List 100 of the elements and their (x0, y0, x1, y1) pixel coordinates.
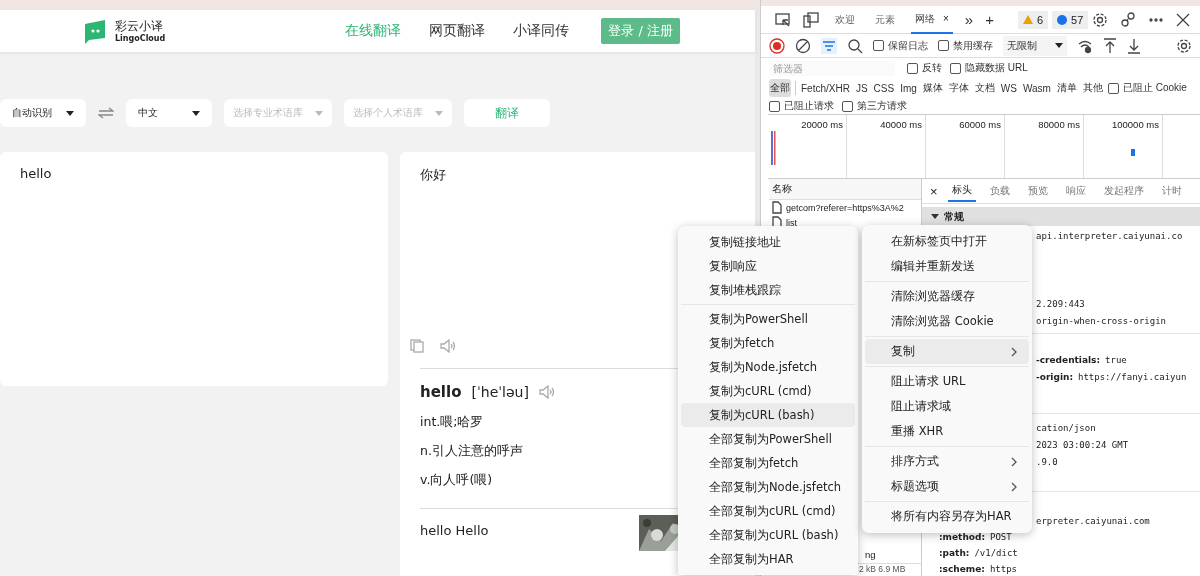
checkbox[interactable] (873, 40, 884, 51)
nav-link[interactable]: 小译同传 (513, 22, 570, 40)
checkbox[interactable] (1107, 82, 1119, 94)
menu-item[interactable]: 全部复制为cURL (cmd) (681, 499, 855, 523)
checkbox[interactable] (907, 62, 918, 74)
type-filter[interactable]: 清单 (1055, 79, 1078, 97)
type-filter[interactable]: JS (854, 80, 869, 96)
warnings-badge[interactable]: 6 (1017, 10, 1049, 29)
checkbox-label[interactable]: 反转 (922, 61, 942, 75)
checkbox-label[interactable]: 保留日志 (888, 38, 928, 53)
request-name[interactable]: getcom?referer=https%3A%2 (786, 202, 904, 213)
detail-tab[interactable]: 负载 (985, 181, 1014, 201)
language-select[interactable]: 自动识别 (0, 99, 86, 127)
detail-tab[interactable]: 发起程序 (1099, 181, 1148, 201)
detail-tab[interactable]: 响应 (1061, 181, 1090, 201)
chevron-icon[interactable] (1011, 456, 1017, 467)
nav-link[interactable]: 网页翻译 (429, 22, 486, 40)
connection-icon[interactable] (1120, 11, 1137, 28)
menu-item[interactable]: 复制为cURL (bash) (681, 403, 855, 427)
checkbox-label[interactable]: 隐藏数据 URL (965, 61, 1028, 75)
file-icon[interactable] (772, 201, 782, 214)
menu-item[interactable]: 标题选项 (865, 474, 1029, 499)
detail-tab[interactable]: 计时 (1157, 181, 1186, 201)
close-icon[interactable]: × (943, 13, 949, 24)
detail-tab[interactable]: 预览 (1023, 181, 1052, 201)
column-header[interactable]: 名称 (769, 179, 921, 200)
filter-icon[interactable] (821, 37, 837, 54)
type-filter[interactable]: CSS (872, 80, 896, 96)
type-filter[interactable]: Img (899, 80, 918, 96)
upload-icon[interactable] (1103, 37, 1117, 54)
menu-item[interactable]: 重播 XHR (865, 419, 1029, 444)
tab-control[interactable]: + (985, 11, 994, 28)
caret-icon[interactable] (1055, 43, 1063, 48)
checkbox[interactable] (842, 100, 853, 112)
menu-item[interactable]: 复制堆栈跟踪 (681, 278, 855, 302)
message-icon[interactable] (1057, 14, 1068, 25)
menu-item[interactable]: 在新标签页中打开 (865, 229, 1029, 254)
devtools-tab[interactable]: 欢迎 (831, 5, 859, 34)
checkbox-label[interactable]: 已阻止请求 (784, 99, 834, 113)
chevron-icon[interactable] (1011, 346, 1017, 357)
checkbox-label[interactable]: 已阻止 Cookie (1122, 81, 1187, 95)
caret-icon[interactable] (66, 110, 74, 116)
inspect-icon[interactable] (775, 11, 791, 28)
header-value: erpreter.caiyunai.com (1036, 516, 1150, 526)
devtools-tab[interactable]: 元素 (871, 5, 899, 34)
filter-field[interactable]: 筛选器 (769, 60, 895, 76)
messages-badge[interactable]: 57 (1052, 10, 1089, 29)
swap-icon[interactable] (98, 107, 114, 119)
language-select[interactable]: 中文 (126, 99, 212, 127)
checkbox[interactable] (769, 100, 780, 112)
type-filter[interactable]: 字体 (947, 79, 970, 97)
menu-item[interactable]: 全部复制为Node.jsfetch (681, 475, 855, 499)
clear-icon[interactable] (795, 37, 811, 54)
menu-item[interactable]: 清除浏览器缓存 (865, 284, 1029, 309)
menu-item[interactable]: 复制为cURL (cmd) (681, 379, 855, 403)
menu-item[interactable]: 复制链接地址 (681, 230, 855, 254)
type-filter[interactable]: 文档 (973, 79, 996, 97)
menu-item[interactable]: 全部复制为cURL (bash) (681, 523, 855, 547)
menu-item[interactable]: 阻止请求域 (865, 394, 1029, 419)
type-filter[interactable]: WS (999, 80, 1018, 96)
tab-control[interactable]: » (964, 11, 974, 28)
close-icon[interactable]: × (930, 183, 938, 199)
device-icon[interactable] (803, 11, 819, 28)
type-filter[interactable]: 全部 (769, 79, 791, 97)
menu-item[interactable]: 全部复制为fetch (681, 451, 855, 475)
type-filter[interactable]: 媒体 (921, 79, 944, 97)
checkbox-label[interactable]: 禁用缓存 (953, 38, 993, 53)
menu-item[interactable]: 排序方式 (865, 449, 1029, 474)
caret-icon[interactable] (931, 214, 939, 219)
menu-item[interactable]: 全部复制为PowerShell (681, 427, 855, 451)
chevron-icon[interactable] (1011, 481, 1017, 492)
type-filter[interactable]: Fetch/XHR (800, 80, 851, 96)
type-filter[interactable]: Wasm (1021, 80, 1052, 96)
throttle-select[interactable]: 无限制 (1003, 35, 1067, 56)
close-icon[interactable] (1176, 12, 1191, 27)
menu-item[interactable]: 复制为PowerShell (681, 307, 855, 331)
section-header[interactable]: 常规 (922, 207, 1200, 226)
search-icon[interactable] (847, 37, 863, 54)
caret-icon[interactable] (192, 110, 200, 116)
menu-item[interactable]: 阻止请求 URL (865, 369, 1029, 394)
menu-item[interactable]: 编辑并重新发送 (865, 254, 1029, 279)
menu-item[interactable]: 复制 (865, 339, 1029, 364)
record-icon[interactable] (769, 37, 785, 54)
devtools-tab[interactable]: 网络 × (911, 5, 953, 34)
menu-item[interactable]: 将所有内容另存为HAR (865, 504, 1029, 529)
menu-item[interactable]: 复制为Node.jsfetch (681, 355, 855, 379)
settings-icon[interactable] (1176, 37, 1192, 54)
checkbox[interactable] (950, 62, 961, 74)
download-icon[interactable] (1127, 37, 1141, 54)
header-value: api.interpreter.caiyunai.co (1036, 231, 1183, 241)
checkbox-label[interactable]: 第三方请求 (857, 99, 907, 113)
menu-item[interactable]: 复制响应 (681, 254, 855, 278)
request-name[interactable]: list (786, 217, 797, 228)
menu-item[interactable]: 清除浏览器 Cookie (865, 309, 1029, 334)
header-value: 2.209:443 (1036, 299, 1085, 309)
detail-tab[interactable]: 标头 (947, 180, 976, 202)
checkbox[interactable] (938, 40, 949, 51)
settings-icon[interactable] (1092, 11, 1109, 28)
type-filter[interactable]: 其他 (1081, 79, 1104, 97)
menu-item[interactable]: 复制为fetch (681, 331, 855, 355)
